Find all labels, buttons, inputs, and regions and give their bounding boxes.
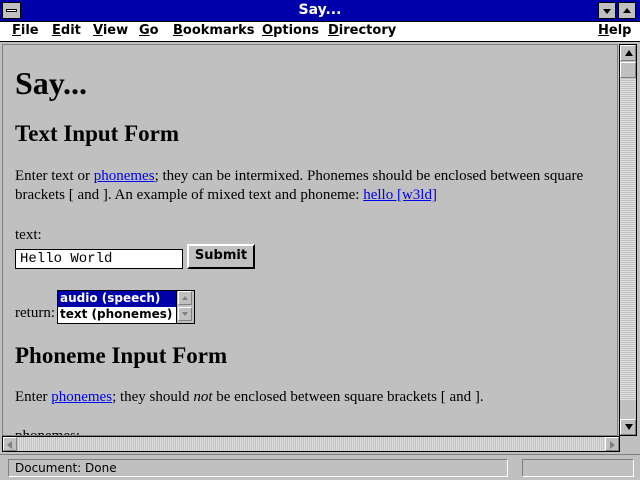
arrow-up-icon	[182, 296, 188, 300]
listbox-scrollbar[interactable]	[176, 291, 194, 323]
listbox-scroll-up-button[interactable]	[178, 291, 192, 305]
phonemes-label: phonemes:	[15, 428, 80, 436]
return-option-text[interactable]: text (phonemes)	[58, 307, 176, 323]
menu-options[interactable]: Options	[262, 23, 319, 38]
title-bar: Say...	[0, 0, 640, 22]
arrow-left-icon	[7, 441, 12, 449]
submit-button[interactable]: Submit	[187, 244, 255, 269]
phoneme-form-heading: Phoneme Input Form	[15, 343, 228, 368]
phoneme-intro-text-2: ; they should	[112, 389, 194, 405]
document-view[interactable]: Say... Text Input Form Enter text or pho…	[2, 44, 618, 436]
scroll-right-button[interactable]	[605, 437, 619, 451]
return-label: return:	[15, 305, 55, 321]
maximize-icon	[623, 8, 631, 13]
menu-edit[interactable]: Edit	[52, 23, 81, 38]
phoneme-form-intro: Enter phonemes; they should not be enclo…	[15, 388, 605, 407]
minimize-icon	[603, 9, 611, 14]
menu-directory[interactable]: Directory	[328, 23, 396, 38]
page-title: Say...	[15, 65, 88, 101]
phoneme-intro-emphasis: not	[193, 389, 213, 405]
scroll-up-button[interactable]	[620, 45, 636, 61]
vertical-scroll-track[interactable]	[620, 79, 636, 401]
menu-bookmarks[interactable]: Bookmarks	[173, 23, 255, 38]
listbox-scroll-down-button[interactable]	[178, 307, 192, 321]
menu-view[interactable]: View	[93, 23, 128, 38]
arrow-down-icon	[625, 424, 633, 430]
return-option-audio[interactable]: audio (speech)	[58, 291, 176, 307]
menu-bar: File Edit View Go Bookmarks Options Dire…	[0, 22, 640, 42]
intro-text-1: Enter text or	[15, 168, 94, 184]
menu-go[interactable]: Go	[139, 23, 159, 38]
phonemes-link-2[interactable]: phonemes	[51, 389, 112, 405]
maximize-button[interactable]	[618, 2, 636, 19]
text-input[interactable]: Hello World	[15, 249, 183, 269]
arrow-down-icon	[182, 312, 188, 316]
vertical-scroll-thumb[interactable]	[620, 62, 636, 78]
status-text: Document: Done	[8, 459, 508, 477]
text-label: text:	[15, 227, 42, 243]
example-link[interactable]: hello [w3ld]	[363, 187, 437, 203]
menu-help[interactable]: Help	[598, 23, 631, 38]
status-bar: Document: Done	[0, 454, 640, 480]
horizontal-scroll-track[interactable]	[17, 437, 605, 451]
arrow-right-icon	[610, 441, 615, 449]
return-listbox[interactable]: audio (speech) text (phonemes)	[57, 290, 195, 324]
phoneme-intro-text-1: Enter	[15, 389, 52, 405]
window-title: Say...	[298, 2, 342, 18]
text-form-heading: Text Input Form	[15, 121, 179, 146]
scroll-down-button[interactable]	[620, 419, 636, 435]
scrollbar-corner	[620, 436, 637, 452]
status-progress-bar	[522, 459, 634, 477]
horizontal-scrollbar[interactable]	[2, 436, 620, 452]
vertical-scrollbar[interactable]	[619, 44, 637, 436]
text-form-intro: Enter text or phonemes; they can be inte…	[15, 167, 605, 205]
scroll-left-button[interactable]	[3, 437, 17, 451]
minimize-button[interactable]	[598, 2, 616, 19]
phonemes-link[interactable]: phonemes	[94, 168, 155, 184]
phoneme-intro-text-3: be enclosed between square brackets [ an…	[212, 389, 484, 405]
menu-file[interactable]: File	[12, 23, 39, 38]
arrow-up-icon	[625, 50, 633, 56]
